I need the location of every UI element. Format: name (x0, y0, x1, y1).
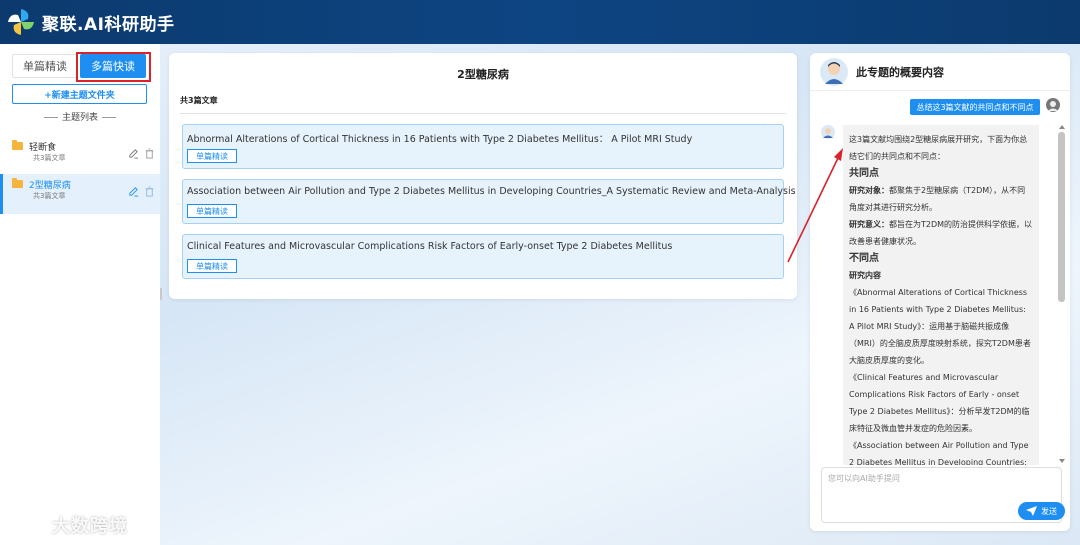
common-label: 研究对象： (849, 186, 889, 195)
article-card[interactable]: Association between Air Pollution and Ty… (182, 179, 796, 224)
scroll-up-arrow-icon[interactable] (1059, 125, 1065, 129)
scroll-down-arrow-icon[interactable] (1059, 459, 1065, 463)
folder-name: 2型糖尿病 (29, 181, 71, 191)
edit-icon[interactable] (128, 186, 139, 197)
pinwheel-logo-icon (8, 9, 34, 35)
panel-title: 此专题的概要内容 (856, 66, 944, 79)
single-read-button[interactable]: 单篇精读 (187, 204, 237, 218)
answer-intro: 这3篇文献均围绕2型糖尿病展开研究，下面为你总结它们的共同点和不同点： (849, 135, 1028, 161)
diff-point: 《Clinical Features and Microvascular Com… (849, 373, 1030, 433)
common-heading: 共同点 (849, 168, 879, 179)
folder-item-fasting[interactable]: 轻断食 共3篇文章 (0, 136, 160, 176)
summary-chat-panel: 此专题的概要内容 总结这3篇文献的共同点和不同点 这3篇文献均围绕2型糖尿病展开… (810, 53, 1070, 531)
app-title: 聚联.AI科研助手 (42, 14, 175, 35)
single-read-button[interactable]: 单篇精读 (187, 149, 237, 163)
common-point: 研究意义：都旨在为T2DM的防治提供科学依据，以改善患者健康状况。 (849, 216, 1033, 250)
watermark: 大数跨境 (10, 512, 128, 538)
folder-item-type2-diabetes[interactable]: 2型糖尿病 共3篇文章 (0, 174, 160, 214)
question-input-area: 发送 (821, 467, 1065, 523)
diff-point: 《Abnormal Alterations of Cortical Thickn… (849, 288, 1031, 365)
common-point: 研究对象：都聚焦于2型糖尿病（T2DM），从不同角度对其进行研究分析。 (849, 182, 1033, 216)
folder-icon (12, 178, 23, 188)
assistant-avatar-icon (820, 58, 848, 86)
folder-count: 共3篇文章 (33, 192, 66, 200)
watermark-logo-icon (10, 517, 45, 533)
diff-subheading-text: 研究内容 (849, 271, 881, 280)
edit-icon[interactable] (128, 148, 139, 159)
app-header: 聚联.AI科研助手 (0, 0, 1080, 44)
watermark-text: 大数跨境 (52, 516, 128, 537)
article-title: Association between Air Pollution and Ty… (187, 186, 796, 197)
panel-header: 此专题的概要内容 (810, 53, 1070, 91)
sidebar: 单篇精读 多篇快读 +新建主题文件夹 主题列表 轻断食 共3篇文章 2型糖尿病 … (0, 44, 160, 545)
send-label: 发送 (1041, 506, 1057, 516)
panel-resize-handle[interactable] (160, 288, 162, 300)
scroll-thumb[interactable] (1058, 132, 1065, 302)
tab-multi-read[interactable]: 多篇快读 (80, 54, 146, 78)
diff-point: 《Association between Air Pollution and T… (849, 441, 1029, 465)
paper-plane-icon (1026, 506, 1037, 516)
trash-icon[interactable] (144, 186, 155, 197)
common-label: 研究意义： (849, 220, 889, 229)
folder-name: 轻断食 (29, 143, 57, 153)
question-input[interactable] (828, 473, 1056, 501)
topic-title: 2型糖尿病 (457, 68, 509, 81)
send-button[interactable]: 发送 (1018, 502, 1065, 520)
topic-list-title: 主题列表 (0, 110, 160, 123)
user-message-bubble: 总结这3篇文献的共同点和不同点 (910, 99, 1040, 115)
new-topic-folder-button[interactable]: +新建主题文件夹 (12, 84, 147, 104)
folder-count: 共3篇文章 (33, 154, 66, 162)
topic-list-title-text: 主题列表 (61, 113, 98, 123)
article-list-panel: 2型糖尿病 共3篇文章 Abnormal Alterations of Cort… (169, 53, 797, 299)
mode-tabs: 单篇精读 多篇快读 (12, 54, 152, 80)
article-title: Clinical Features and Microvascular Comp… (187, 241, 673, 252)
diff-heading: 不同点 (849, 253, 879, 264)
title-line-right (102, 117, 116, 118)
folder-icon (12, 140, 23, 150)
article-title: Abnormal Alterations of Cortical Thickne… (187, 134, 693, 145)
article-count: 共3篇文章 (180, 96, 218, 105)
trash-icon[interactable] (144, 148, 155, 159)
diff-subheading: 研究内容 (849, 267, 1033, 284)
divider (180, 113, 786, 114)
title-line-left (43, 117, 58, 118)
assistant-small-avatar-icon (821, 125, 835, 139)
answer-scrollbar[interactable] (1058, 125, 1066, 465)
tab-single-read[interactable]: 单篇精读 (12, 54, 78, 78)
article-card[interactable]: Abnormal Alterations of Cortical Thickne… (182, 124, 784, 169)
user-avatar-icon (1046, 98, 1060, 112)
article-card[interactable]: Clinical Features and Microvascular Comp… (182, 234, 784, 279)
single-read-button[interactable]: 单篇精读 (187, 259, 237, 273)
assistant-answer: 这3篇文献均围绕2型糖尿病展开研究，下面为你总结它们的共同点和不同点： 共同点 … (843, 125, 1039, 465)
